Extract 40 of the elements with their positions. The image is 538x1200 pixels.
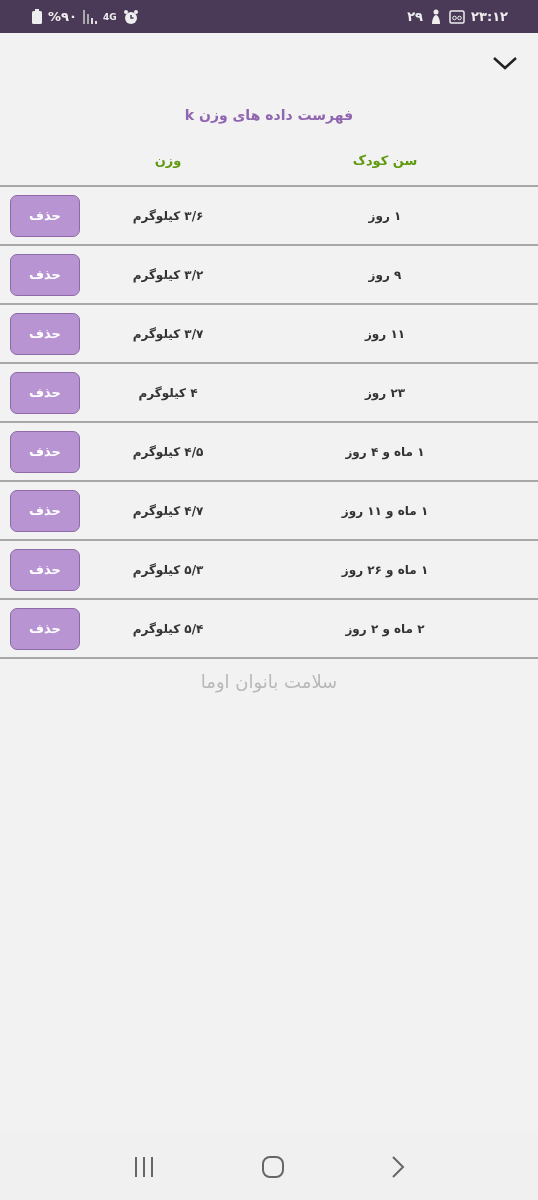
alarm-clock-icon	[122, 8, 139, 25]
weight-cell-text: ۴ کیلوگرم	[137, 385, 199, 400]
home-icon[interactable]	[262, 1155, 284, 1178]
age-cell-text: ۱ ماه و ۱۱ روز	[340, 503, 430, 518]
age-cell-text: ۲ ماه و ۲ روز	[344, 621, 426, 636]
delete-button[interactable]: حذف	[10, 607, 80, 650]
weight-cell-text: ۵/۳ کیلوگرم	[131, 562, 205, 577]
recent-apps-icon[interactable]	[133, 1156, 156, 1177]
battery-icon	[32, 9, 42, 24]
age-cell-text: ۱ ماه و ۲۶ روز	[340, 562, 430, 577]
age-cell-text: ۱ ماه و ۴ روز	[344, 444, 426, 459]
delete-button[interactable]: حذف	[10, 253, 80, 296]
list-title: فهرست داده های وزن k	[183, 107, 355, 123]
delete-button[interactable]: حذف	[10, 312, 80, 355]
battery-percent: %۹۰	[48, 9, 77, 24]
background-logo-text: سلامت بانوان اوما	[200, 671, 338, 692]
weight-cell-text: ۵/۴ کیلوگرم	[131, 621, 205, 636]
collapse-chevron-icon[interactable]	[492, 55, 518, 71]
age-cell-text: ۱۱ روز	[363, 326, 407, 341]
weight-cell-text: ۳/۲ کیلوگرم	[131, 267, 205, 282]
delete-button[interactable]: حذف	[10, 430, 80, 473]
network-type: 4G	[102, 11, 117, 22]
signal-icon	[82, 9, 97, 24]
delete-button[interactable]: حذف	[10, 371, 80, 414]
status-date: ۲۹	[407, 9, 424, 24]
age-cell-text: ۹ روز	[367, 267, 403, 282]
delete-button[interactable]: حذف	[10, 548, 80, 591]
column-header: سن کودک	[351, 152, 419, 168]
back-icon[interactable]	[390, 1154, 405, 1179]
weight-cell-text: ۳/۷ کیلوگرم	[131, 326, 205, 341]
age-cell-text: ۱ روز	[367, 208, 403, 223]
column-header: وزن	[153, 152, 183, 168]
weight-cell-text: ۴/۵ کیلوگرم	[131, 444, 205, 459]
weight-cell-text: ۳/۶ کیلوگرم	[131, 208, 205, 223]
age-cell-text: ۲۳ روز	[363, 385, 407, 400]
status-time: ۲۳:۱۲	[471, 9, 508, 24]
weight-cell-text: ۴/۷ کیلوگرم	[131, 503, 205, 518]
delete-button[interactable]: حذف	[10, 489, 80, 532]
cassette-icon	[449, 9, 466, 24]
delete-button[interactable]: حذف	[10, 194, 80, 237]
